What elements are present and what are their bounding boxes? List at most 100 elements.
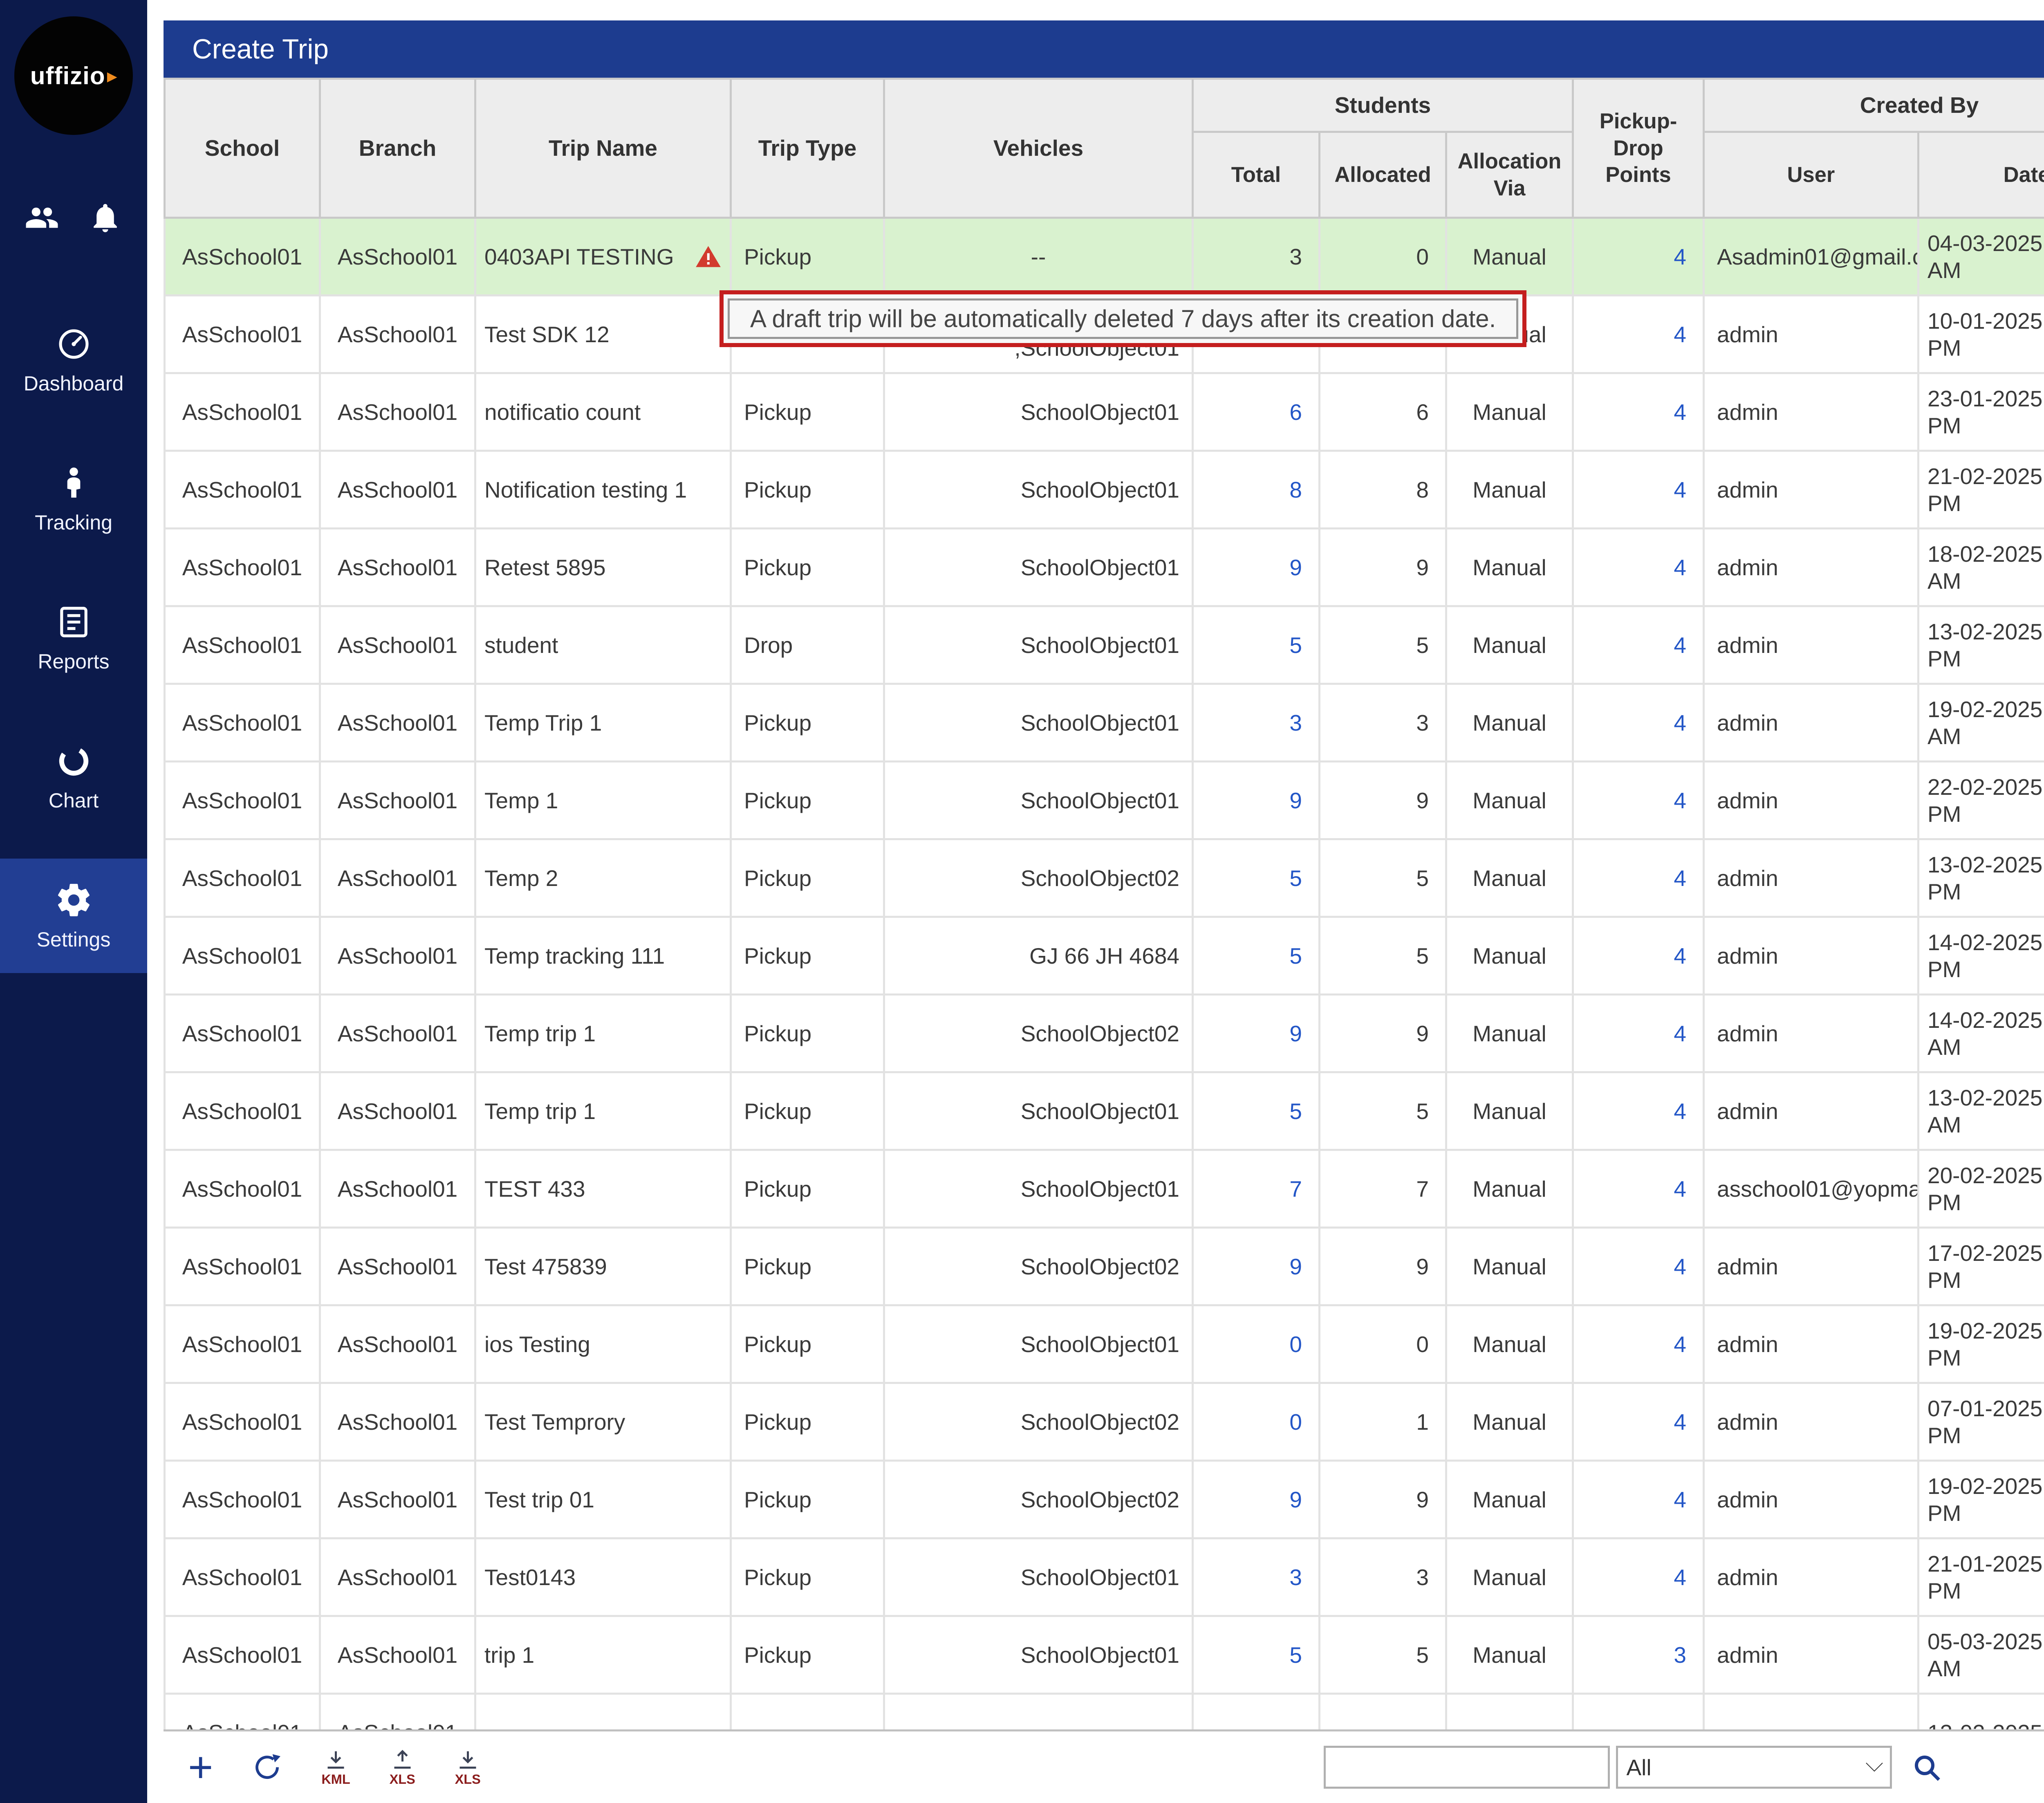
cell-students-allocated: 5 <box>1320 1072 1446 1150</box>
notifications-bell-icon[interactable] <box>88 200 123 235</box>
draft-warning-icon[interactable] <box>695 243 722 270</box>
pickup-drop-points-link[interactable]: 4 <box>1674 322 1686 347</box>
cell-students-total: 9 <box>1193 1461 1320 1538</box>
students-total-link[interactable]: 9 <box>1289 555 1302 580</box>
pickup-drop-points-link[interactable]: 4 <box>1674 1176 1686 1202</box>
cell-created-date: 20-02-2025 05:14 PM <box>1918 1150 2044 1228</box>
cell-created-user: admin <box>1704 373 1918 451</box>
cell-vehicles: SchoolObject01 <box>884 1305 1193 1383</box>
trip-name-text: Test0143 <box>484 1564 576 1591</box>
export-kml-button[interactable]: KML <box>321 1748 350 1786</box>
pickup-drop-points-link[interactable]: 4 <box>1674 943 1686 969</box>
col-header-total: Total <box>1193 132 1320 218</box>
cell-trip-name: Temp Trip 1 <box>475 684 731 762</box>
cell-branch: AsSchool01 <box>320 218 475 296</box>
pickup-drop-points-link[interactable]: 4 <box>1674 1099 1686 1124</box>
cell-trip-name: Test0143 <box>475 1538 731 1616</box>
cell-pickup-drop-points: 4 <box>1573 1072 1704 1150</box>
cell-students-allocated: 8 <box>1320 451 1446 529</box>
cell-students-total: 5 <box>1193 917 1320 995</box>
users-icon[interactable] <box>25 200 59 235</box>
pickup-drop-points-link[interactable]: 4 <box>1674 555 1686 580</box>
pickup-drop-points-link[interactable]: 4 <box>1674 244 1686 269</box>
sidebar-item-settings[interactable]: Settings <box>0 859 147 973</box>
students-total-link[interactable]: 3 <box>1289 710 1302 736</box>
students-total-link[interactable]: 3 <box>1289 244 1302 269</box>
footer-search-input[interactable] <box>1324 1746 1610 1789</box>
cell-created-user: admin <box>1704 1305 1918 1383</box>
students-total-link[interactable]: 0 <box>1289 1332 1302 1357</box>
pickup-drop-points-link[interactable]: 4 <box>1674 866 1686 891</box>
students-total-link[interactable]: 3 <box>1289 1565 1302 1590</box>
sidebar-item-label: Reports <box>38 650 109 673</box>
sidebar-item-tracking[interactable]: Tracking <box>0 442 147 556</box>
page-title: Create Trip <box>192 34 329 65</box>
sidebar-item-reports[interactable]: Reports <box>0 581 147 695</box>
cell-vehicles: SchoolObject02 <box>884 1383 1193 1461</box>
cell-trip-type: Pickup <box>731 1072 884 1150</box>
pickup-drop-points-link[interactable]: 4 <box>1674 399 1686 425</box>
cell-trip-type: Pickup <box>731 839 884 917</box>
students-total-link[interactable]: 9 <box>1289 1487 1302 1512</box>
pickup-drop-points-link[interactable]: 4 <box>1674 710 1686 736</box>
trip-row: AsSchool01 AsSchool01 trip 1 Pickup Scho… <box>165 1616 2044 1694</box>
cell-trip-name: Temp trip 1 <box>475 1072 731 1150</box>
pickup-drop-points-link[interactable]: 4 <box>1674 1332 1686 1357</box>
sidebar-item-dashboard[interactable]: Dashboard <box>0 303 147 417</box>
trip-row: AsSchool01 AsSchool01 Temp tracking 111 … <box>165 917 2044 995</box>
students-total-link[interactable]: 5 <box>1289 1642 1302 1668</box>
trip-name-text: Test SDK 12 <box>484 321 610 348</box>
cell-pickup-drop-points: 4 <box>1573 373 1704 451</box>
cell-school: AsSchool01 <box>165 917 320 995</box>
pickup-drop-points-link[interactable]: 3 <box>1674 1642 1686 1668</box>
cell-created-user: admin <box>1704 1072 1918 1150</box>
trip-name-text: TEST 433 <box>484 1175 585 1202</box>
cell-school: AsSchool01 <box>165 995 320 1072</box>
export-xls-button[interactable]: XLS <box>455 1748 481 1786</box>
cell-created-user: Asadmin01@gmail.co <box>1704 218 1918 296</box>
students-total-link[interactable]: 9 <box>1289 788 1302 813</box>
import-xls-button[interactable]: XLS <box>389 1748 416 1786</box>
students-total-link[interactable]: 5 <box>1289 1099 1302 1124</box>
pickup-drop-points-link[interactable]: 4 <box>1674 1487 1686 1512</box>
cell-vehicles: SchoolObject01 <box>884 684 1193 762</box>
students-total-link[interactable]: 5 <box>1289 632 1302 658</box>
cell-students-allocated: 9 <box>1320 762 1446 839</box>
pickup-drop-points-link[interactable]: 4 <box>1674 1254 1686 1279</box>
cell-students-allocated: 5 <box>1320 1616 1446 1694</box>
students-total-link[interactable]: 7 <box>1289 1176 1302 1202</box>
pickup-drop-points-link[interactable]: 4 <box>1674 1409 1686 1435</box>
cell-pickup-drop-points: 4 <box>1573 296 1704 373</box>
cell-students-allocated: 3 <box>1320 1538 1446 1616</box>
cell-school: AsSchool01 <box>165 1072 320 1150</box>
footer-search-icon[interactable] <box>1910 1751 1943 1784</box>
students-total-link[interactable]: 6 <box>1289 399 1302 425</box>
cell-trip-name <box>475 1694 731 1730</box>
pickup-drop-points-link[interactable]: 4 <box>1674 788 1686 813</box>
sidebar-item-chart[interactable]: Chart <box>0 720 147 834</box>
add-trip-icon[interactable]: + <box>188 1749 213 1786</box>
cell-students-total: 5 <box>1193 606 1320 684</box>
students-total-link[interactable]: 5 <box>1289 866 1302 891</box>
search-field-select[interactable]: All <box>1616 1746 1892 1789</box>
pickup-drop-points-link[interactable]: 4 <box>1674 1021 1686 1046</box>
trip-row: AsSchool01 AsSchool01 Temp Trip 1 Pickup… <box>165 684 2044 762</box>
cell-trip-type: Pickup <box>731 762 884 839</box>
cell-students-total: 8 <box>1193 451 1320 529</box>
cell-students-total: 0 <box>1193 1383 1320 1461</box>
pickup-drop-points-link[interactable]: 4 <box>1674 1565 1686 1590</box>
sidebar-item-label: Dashboard <box>24 372 124 395</box>
pickup-drop-points-link[interactable]: 4 <box>1674 632 1686 658</box>
students-total-link[interactable]: 5 <box>1289 943 1302 969</box>
students-total-link[interactable]: 9 <box>1289 1254 1302 1279</box>
pickup-drop-points-link[interactable]: 4 <box>1674 477 1686 502</box>
table-area: School Branch Trip Name Trip Type Vehicl… <box>164 78 2044 1729</box>
cell-trip-type: Pickup <box>731 451 884 529</box>
cell-branch: AsSchool01 <box>320 1538 475 1616</box>
cell-branch: AsSchool01 <box>320 606 475 684</box>
cell-allocation-via: Manual <box>1446 606 1573 684</box>
students-total-link[interactable]: 9 <box>1289 1021 1302 1046</box>
students-total-link[interactable]: 8 <box>1289 477 1302 502</box>
refresh-icon[interactable] <box>252 1752 282 1783</box>
students-total-link[interactable]: 0 <box>1289 1409 1302 1435</box>
